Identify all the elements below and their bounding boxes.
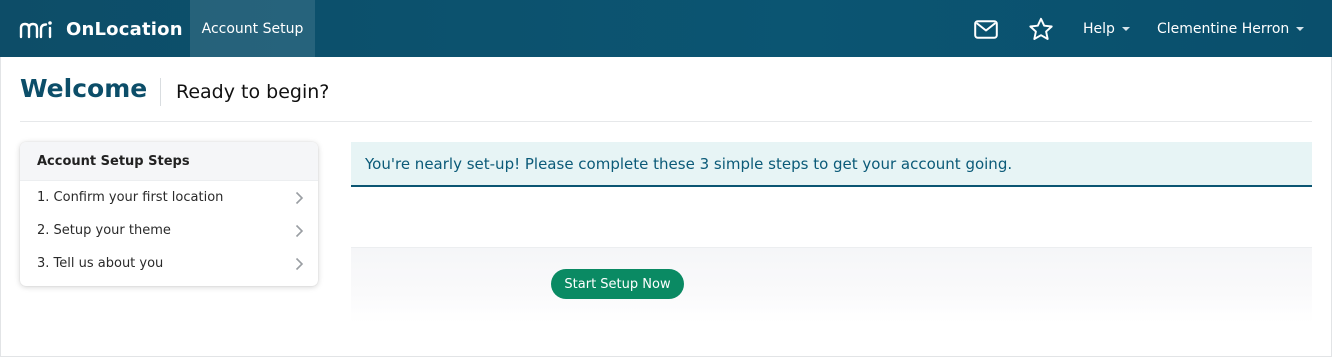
setup-info-banner: You're nearly set-up! Please complete th… (351, 142, 1312, 187)
page-title: Welcome (20, 74, 148, 103)
chevron-right-icon (295, 257, 304, 270)
mail-icon (974, 19, 998, 39)
chevron-right-icon (295, 191, 304, 204)
chevron-down-icon (1296, 26, 1305, 31)
user-menu[interactable]: Clementine Herron (1157, 0, 1305, 57)
setup-steps-card: Account Setup Steps 1. Confirm your firs… (20, 142, 318, 286)
setup-info-message: You're nearly set-up! Please complete th… (365, 154, 1013, 173)
messages-button[interactable] (972, 15, 1000, 43)
brand[interactable]: OnLocation (19, 16, 183, 42)
help-menu-label: Help (1083, 20, 1115, 37)
brand-name: OnLocation (66, 18, 183, 40)
setup-steps-heading: Account Setup Steps (20, 142, 318, 181)
star-icon (1029, 17, 1053, 40)
mri-logo-icon (19, 21, 52, 39)
favorites-button[interactable] (1027, 15, 1055, 43)
step-setup-theme[interactable]: 2. Setup your theme (20, 214, 318, 247)
top-navigation-bar: OnLocation Account Setup Help Clementine… (0, 0, 1332, 57)
start-setup-button[interactable]: Start Setup Now (551, 269, 684, 299)
user-name: Clementine Herron (1157, 20, 1290, 37)
title-divider (160, 78, 161, 106)
chevron-down-icon (1121, 26, 1130, 31)
page-subtitle: Ready to begin? (176, 81, 330, 103)
header-divider (20, 121, 1312, 122)
step-label: 2. Setup your theme (37, 223, 171, 238)
tab-account-setup[interactable]: Account Setup (190, 0, 315, 57)
step-label: 3. Tell us about you (37, 256, 164, 271)
step-confirm-location[interactable]: 1. Confirm your first location (20, 181, 318, 214)
step-label: 1. Confirm your first location (37, 190, 224, 205)
help-menu[interactable]: Help (1083, 0, 1130, 57)
setup-action-panel: Start Setup Now (351, 247, 1312, 323)
chevron-right-icon (295, 224, 304, 237)
step-tell-us-about-you[interactable]: 3. Tell us about you (20, 247, 318, 280)
